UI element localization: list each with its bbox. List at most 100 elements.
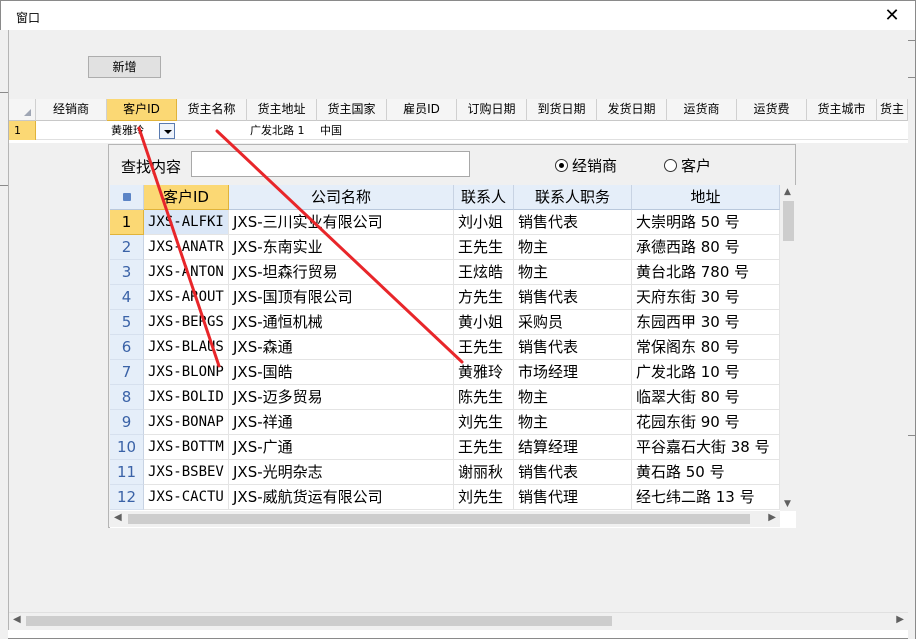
col-header-owner-city[interactable]: 货主城市 [807,99,877,121]
cell-contact-title[interactable]: 结算经理 [514,435,632,460]
cell-contact-title[interactable]: 市场经理 [514,360,632,385]
row-number[interactable]: 12 [110,485,144,510]
main-horizontal-scrollbar[interactable]: ◀ ▶ [9,612,908,629]
row-number[interactable]: 10 [110,435,144,460]
cell-company[interactable]: JXS-迈多贸易 [229,385,454,410]
cell-company[interactable]: JXS-森通 [229,335,454,360]
cell-address[interactable]: 花园东街 90 号 [632,410,780,435]
close-icon[interactable]: ✕ [879,5,905,27]
cell-customer-id[interactable]: JXS-BLAUS [144,335,229,360]
scroll-left-icon[interactable]: ◀ [13,614,21,625]
add-button[interactable]: 新增 [88,56,161,78]
cell-customer-id[interactable]: JXS-BERGS [144,310,229,335]
cell-owner-address[interactable]: 广发北路 1 [250,121,305,140]
cell-contact-title[interactable]: 销售代理 [514,485,632,510]
cell-address[interactable]: 承德西路 80 号 [632,235,780,260]
col-header-order-date[interactable]: 订购日期 [457,99,527,121]
row-number[interactable]: 1 [9,121,36,140]
table-row[interactable]: 7 JXS-BLONP JXS-国皓 黄雅玲 市场经理 广发北路 10 号 [110,360,780,385]
cell-customer-id[interactable]: JXS-BOLID [144,385,229,410]
cell-company[interactable]: JXS-国皓 [229,360,454,385]
scroll-right-icon[interactable]: ▶ [768,512,776,523]
radio-dealer[interactable]: 经销商 [555,155,617,176]
cell-customer-id[interactable]: JXS-CACTU [144,485,229,510]
cell-customer-id[interactable]: JXS-ANATR [144,235,229,260]
cell-contact[interactable]: 王炫皓 [454,260,514,285]
cell-customer-id[interactable]: JXS-BSBEV [144,460,229,485]
table-row[interactable]: 6 JXS-BLAUS JXS-森通 王先生 销售代表 常保阁东 80 号 [110,335,780,360]
cell-customer-id[interactable]: JXS-ANTON [144,260,229,285]
cell-contact-title[interactable]: 物主 [514,410,632,435]
col-header-owner-country[interactable]: 货主国家 [317,99,387,121]
cell-customer-id[interactable]: JXS-ALFKI [144,210,229,235]
cell-company[interactable]: JXS-光明杂志 [229,460,454,485]
row-number[interactable]: 7 [110,360,144,385]
cell-address[interactable]: 常保阁东 80 号 [632,335,780,360]
search-input[interactable] [191,151,470,177]
scroll-thumb[interactable] [26,616,612,626]
cell-company[interactable]: JXS-东南实业 [229,235,454,260]
cell-address[interactable]: 黄石路 50 号 [632,460,780,485]
row-number[interactable]: 6 [110,335,144,360]
table-row[interactable]: 5 JXS-BERGS JXS-通恒机械 黄小姐 采购员 东园西甲 30 号 [110,310,780,335]
col-header-company[interactable]: 公司名称 [229,185,454,210]
cell-contact[interactable]: 陈先生 [454,385,514,410]
cell-company[interactable]: JXS-坦森行贸易 [229,260,454,285]
cell-contact[interactable]: 刘先生 [454,410,514,435]
cell-contact[interactable]: 刘先生 [454,485,514,510]
cell-contact-title[interactable]: 物主 [514,235,632,260]
cell-address[interactable]: 经七纬二路 13 号 [632,485,780,510]
cell-company[interactable]: JXS-国顶有限公司 [229,285,454,310]
col-header-customer-id[interactable]: 客户ID [107,99,177,121]
cell-customer-id[interactable]: 黄雅玲 [111,121,144,140]
table-row[interactable]: 2 JXS-ANATR JXS-东南实业 王先生 物主 承德西路 80 号 [110,235,780,260]
vertical-scrollbar[interactable]: ▲ ▼ [780,185,796,511]
row-number[interactable]: 9 [110,410,144,435]
cell-customer-id[interactable]: JXS-BOTTM [144,435,229,460]
table-row[interactable]: 1 JXS-ALFKI JXS-三川实业有限公司 刘小姐 销售代表 大崇明路 50 号 [110,210,780,235]
col-header-owner-address[interactable]: 货主地址 [247,99,317,121]
cell-owner-country[interactable]: 中国 [320,121,342,140]
cell-company[interactable]: JXS-威航货运有限公司 [229,485,454,510]
col-header-ship-date[interactable]: 发货日期 [597,99,667,121]
row-number[interactable]: 8 [110,385,144,410]
col-header-customer-id[interactable]: 客户ID [144,185,229,210]
cell-address[interactable]: 黄台北路 780 号 [632,260,780,285]
cell-company[interactable]: JXS-广通 [229,435,454,460]
col-header-dealer[interactable]: 经销商 [36,99,107,121]
col-header-contact-title[interactable]: 联系人职务 [514,185,632,210]
col-header-arrival-date[interactable]: 到货日期 [527,99,597,121]
cell-address[interactable]: 平谷嘉石大街 38 号 [632,435,780,460]
grid-corner[interactable] [110,185,144,210]
cell-company[interactable]: JXS-三川实业有限公司 [229,210,454,235]
scroll-right-icon[interactable]: ▶ [896,614,904,625]
col-header-owner-more[interactable]: 货主 [877,99,908,121]
cell-contact[interactable]: 黄雅玲 [454,360,514,385]
cell-contact-title[interactable]: 物主 [514,260,632,285]
cell-customer-id[interactable]: JXS-AROUT [144,285,229,310]
row-number[interactable]: 1 [110,210,144,235]
cell-contact[interactable]: 方先生 [454,285,514,310]
cell-contact[interactable]: 王先生 [454,235,514,260]
cell-contact-title[interactable]: 销售代表 [514,210,632,235]
cell-customer-id[interactable]: JXS-BLONP [144,360,229,385]
col-header-contact[interactable]: 联系人 [454,185,514,210]
cell-contact[interactable]: 谢丽秋 [454,460,514,485]
table-row[interactable]: 11 JXS-BSBEV JXS-光明杂志 谢丽秋 销售代表 黄石路 50 号 [110,460,780,485]
cell-address[interactable]: 大崇明路 50 号 [632,210,780,235]
row-number[interactable]: 5 [110,310,144,335]
cell-company[interactable]: JXS-通恒机械 [229,310,454,335]
scroll-thumb[interactable] [128,514,750,524]
grid-corner[interactable] [9,99,36,121]
cell-address[interactable]: 东园西甲 30 号 [632,310,780,335]
table-row[interactable]: 12 JXS-CACTU JXS-威航货运有限公司 刘先生 销售代理 经七纬二路 13 号 [110,485,780,510]
horizontal-scrollbar[interactable]: ◀ ▶ [110,511,780,527]
col-header-address[interactable]: 地址 [632,185,780,210]
table-row[interactable]: 3 JXS-ANTON JXS-坦森行贸易 王炫皓 物主 黄台北路 780 号 [110,260,780,285]
col-header-owner-name[interactable]: 货主名称 [177,99,247,121]
cell-contact-title[interactable]: 销售代表 [514,335,632,360]
cell-contact-title[interactable]: 销售代表 [514,460,632,485]
radio-customer[interactable]: 客户 [664,155,711,176]
cell-contact[interactable]: 刘小姐 [454,210,514,235]
scroll-thumb[interactable] [783,201,794,241]
